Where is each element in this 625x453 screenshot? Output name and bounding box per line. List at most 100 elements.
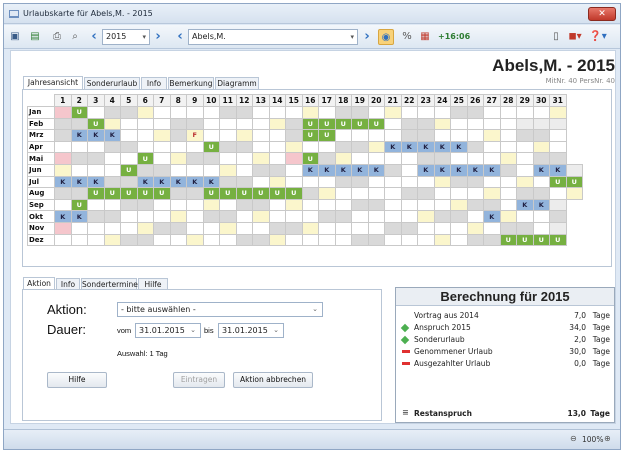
calendar-day-cell[interactable] — [318, 152, 336, 165]
calendar-day-cell[interactable] — [565, 163, 583, 177]
calendar-day-cell[interactable] — [235, 129, 253, 142]
calendar-day-cell[interactable] — [549, 221, 567, 235]
calendar-day-cell[interactable] — [70, 152, 88, 165]
calendar-day-cell[interactable] — [268, 129, 286, 142]
calendar-day-cell[interactable] — [169, 117, 187, 131]
calendar-day-cell[interactable] — [351, 210, 369, 223]
calendar-day-cell[interactable] — [235, 175, 253, 189]
calendar-day-cell[interactable] — [186, 198, 204, 212]
calendar-day-cell[interactable] — [285, 163, 303, 177]
calendar-day-cell[interactable]: K — [153, 175, 171, 189]
calendar-day-cell[interactable]: K — [417, 140, 435, 154]
calendar-day-cell[interactable] — [499, 152, 517, 165]
calendar-day-cell[interactable] — [499, 187, 517, 200]
help-icon[interactable]: ❓▾ — [588, 29, 608, 45]
calendar-day-cell[interactable] — [169, 233, 187, 247]
calendar-day-cell[interactable] — [103, 175, 121, 189]
calendar-day-cell[interactable] — [516, 221, 534, 235]
calendar-day-cell[interactable]: U — [120, 163, 138, 177]
calendar-day-cell[interactable] — [219, 198, 237, 212]
close-button[interactable]: ✕ — [588, 7, 616, 21]
calendar-day-cell[interactable] — [169, 106, 187, 119]
calendar-day-cell[interactable] — [384, 233, 402, 247]
calendar-day-cell[interactable] — [252, 175, 270, 189]
calendar-day-cell[interactable] — [516, 175, 534, 189]
calendar-day-cell[interactable]: K — [54, 210, 72, 223]
calendar-day-cell[interactable] — [70, 233, 88, 247]
calendar-day-cell[interactable] — [433, 129, 451, 142]
calendar-day-cell[interactable] — [367, 233, 385, 247]
calendar-day-cell[interactable] — [351, 233, 369, 247]
calendar-day-cell[interactable] — [384, 210, 402, 223]
calendar-day-cell[interactable]: K — [334, 163, 352, 177]
calendar-day-cell[interactable] — [334, 175, 352, 189]
calendar-day-cell[interactable] — [285, 117, 303, 131]
calendar-day-cell[interactable] — [516, 210, 534, 223]
calendar-day-cell[interactable] — [87, 221, 105, 235]
calendar-day-cell[interactable] — [120, 152, 138, 165]
calendar-day-cell[interactable] — [499, 106, 517, 119]
calendar-day-cell[interactable] — [202, 117, 220, 131]
calendar-day-cell[interactable] — [268, 106, 286, 119]
calendar-day-cell[interactable]: K — [54, 175, 72, 189]
calendar-day-cell[interactable] — [87, 198, 105, 212]
calendar-day-cell[interactable] — [202, 129, 220, 142]
calendar-day-cell[interactable]: K — [400, 140, 418, 154]
calendar-day-cell[interactable] — [400, 187, 418, 200]
calendar-day-cell[interactable] — [54, 233, 72, 247]
calendar-day-cell[interactable] — [301, 175, 319, 189]
calendar-day-cell[interactable] — [153, 233, 171, 247]
calendar-day-cell[interactable] — [219, 163, 237, 177]
calendar-day-cell[interactable]: K — [549, 163, 567, 177]
calendar-day-cell[interactable] — [120, 129, 138, 142]
calendar-day-cell[interactable] — [532, 152, 550, 165]
calendar-day-cell[interactable] — [483, 233, 501, 247]
calendar-day-cell[interactable] — [268, 233, 286, 247]
calendar-day-cell[interactable] — [219, 221, 237, 235]
calendar-day-cell[interactable] — [367, 175, 385, 189]
calendar-day-cell[interactable] — [532, 187, 550, 200]
calendar-day-cell[interactable] — [202, 198, 220, 212]
calendar-day-cell[interactable] — [219, 210, 237, 223]
calendar-day-cell[interactable] — [87, 140, 105, 154]
calendar-day-cell[interactable] — [186, 210, 204, 223]
calendar-day-cell[interactable] — [351, 175, 369, 189]
calendar-day-cell[interactable] — [268, 163, 286, 177]
prev-year-icon[interactable]: ‹ — [88, 29, 100, 45]
calendar-day-cell[interactable] — [87, 106, 105, 119]
calendar-day-cell[interactable] — [235, 233, 253, 247]
calendar-day-cell[interactable] — [417, 198, 435, 212]
next-employee-icon[interactable]: › — [361, 29, 373, 45]
to-date-field[interactable]: 31.01.2015 ⌄ — [218, 323, 284, 338]
calendar-day-cell[interactable] — [433, 187, 451, 200]
calendar-day-cell[interactable] — [532, 210, 550, 223]
calendar-day-cell[interactable] — [202, 210, 220, 223]
calendar-day-cell[interactable] — [202, 106, 220, 119]
calendar-day-cell[interactable] — [450, 117, 468, 131]
calendar-day-cell[interactable]: U — [318, 117, 336, 131]
calendar-day-cell[interactable]: K — [301, 163, 319, 177]
calendar-day-cell[interactable] — [384, 163, 402, 177]
calendar-day-cell[interactable] — [169, 210, 187, 223]
calendar-day-cell[interactable] — [450, 129, 468, 142]
calendar-day-cell[interactable] — [301, 187, 319, 200]
calendar-day-cell[interactable] — [334, 233, 352, 247]
calendar-day-cell[interactable]: K — [433, 140, 451, 154]
calendar-day-cell[interactable] — [103, 233, 121, 247]
calendar-day-cell[interactable]: U — [301, 152, 319, 165]
calendar-day-cell[interactable] — [153, 152, 171, 165]
calendar-day-cell[interactable] — [450, 233, 468, 247]
calendar-day-cell[interactable] — [351, 187, 369, 200]
calendar-day-cell[interactable] — [285, 152, 303, 165]
calendar-day-cell[interactable]: F — [186, 129, 204, 142]
calendar-day-cell[interactable] — [417, 233, 435, 247]
calendar-day-cell[interactable] — [70, 187, 88, 200]
calendar-day-cell[interactable]: U — [285, 187, 303, 200]
calendar-day-cell[interactable] — [54, 117, 72, 131]
year-select[interactable]: 2015 ▾ — [102, 29, 150, 45]
calendar-day-cell[interactable] — [169, 129, 187, 142]
calendar-day-cell[interactable] — [103, 221, 121, 235]
calendar-day-cell[interactable] — [285, 198, 303, 212]
calendar-day-cell[interactable]: U — [87, 187, 105, 200]
cancel-action-button[interactable]: Aktion abbrechen — [233, 372, 313, 388]
